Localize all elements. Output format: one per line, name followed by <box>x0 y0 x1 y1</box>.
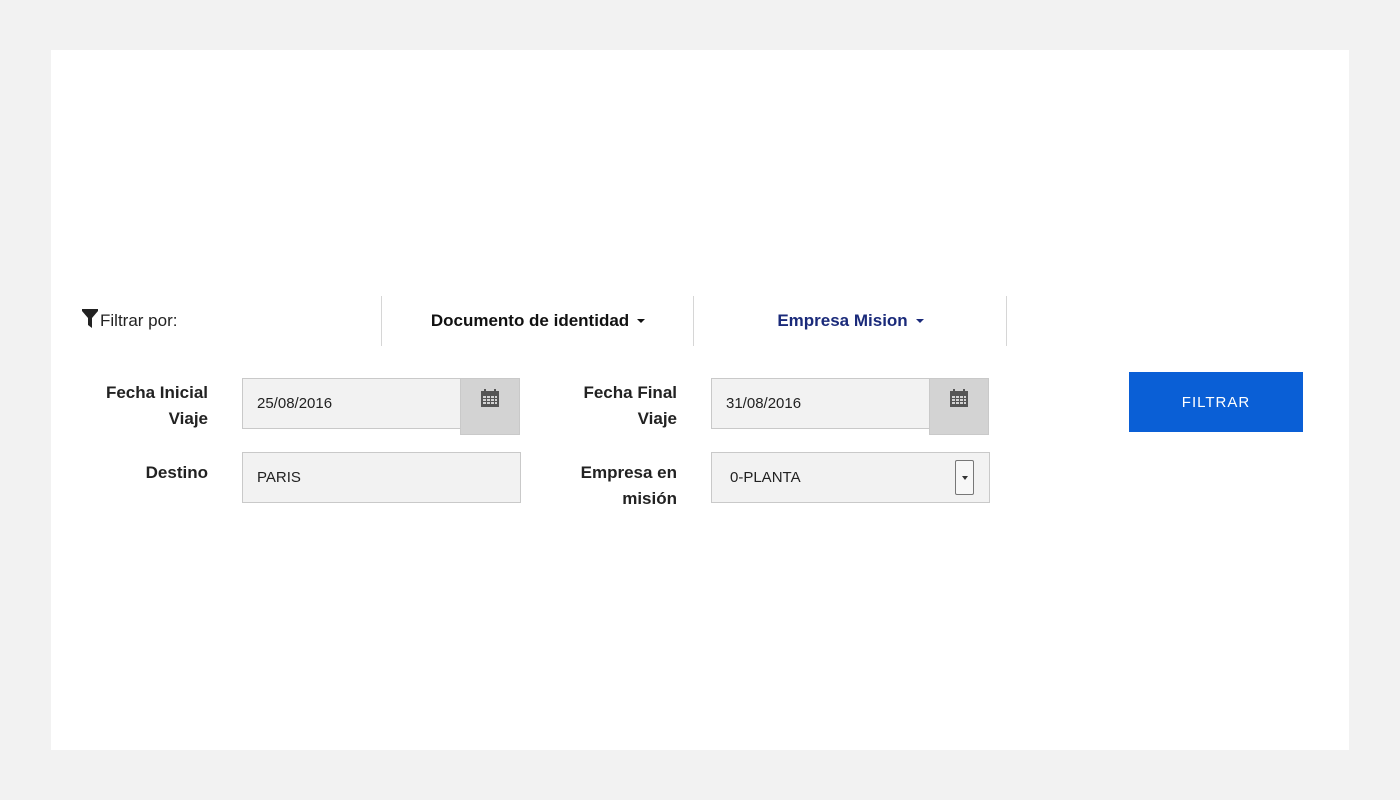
empresa-label: Empresa en misión <box>541 460 677 512</box>
label-line: Fecha Final <box>583 383 677 402</box>
destino-label: Destino <box>71 460 208 486</box>
label-line: Viaje <box>168 409 208 428</box>
funnel-icon <box>82 308 100 334</box>
fecha-inicial-label: Fecha Inicial Viaje <box>71 380 208 432</box>
filter-panel: Filtrar por: Documento de identidad Empr… <box>51 50 1349 750</box>
tab-label: Empresa Mision <box>777 311 908 330</box>
fecha-final-calendar-button[interactable] <box>929 378 989 435</box>
label-line: Empresa en <box>580 463 677 482</box>
calendar-icon <box>481 389 499 412</box>
label-line: Destino <box>145 463 208 482</box>
label-line: Fecha Inicial <box>105 383 208 402</box>
filter-by-label: Filtrar por: <box>82 308 177 334</box>
fecha-final-label: Fecha Final Viaje <box>541 380 677 432</box>
fecha-inicial-input[interactable]: 25/08/2016 <box>242 378 461 429</box>
caret-down-icon <box>637 319 646 323</box>
caret-down-icon <box>915 319 924 323</box>
fecha-inicial-calendar-button[interactable] <box>460 378 520 435</box>
divider <box>1006 296 1007 346</box>
tab-documento-identidad[interactable]: Documento de identidad <box>382 308 694 334</box>
select-arrow-icon[interactable] <box>955 460 974 495</box>
input-value: 25/08/2016 <box>257 395 333 412</box>
filtrar-button[interactable]: FILTRAR <box>1129 372 1303 432</box>
fecha-final-input[interactable]: 31/08/2016 <box>711 378 930 429</box>
label-line: misión <box>622 489 677 508</box>
destino-input[interactable]: PARIS <box>242 452 521 503</box>
select-value: 0-PLANTA <box>730 469 801 486</box>
tab-empresa-mision[interactable]: Empresa Mision <box>694 308 1007 334</box>
label-line: Viaje <box>637 409 677 428</box>
calendar-icon <box>950 389 968 412</box>
input-value: 31/08/2016 <box>726 395 802 412</box>
empresa-select[interactable]: 0-PLANTA <box>711 452 990 503</box>
tab-label: Documento de identidad <box>430 311 630 330</box>
filter-by-text: Filtrar por: <box>100 311 178 330</box>
input-value: PARIS <box>257 469 301 486</box>
